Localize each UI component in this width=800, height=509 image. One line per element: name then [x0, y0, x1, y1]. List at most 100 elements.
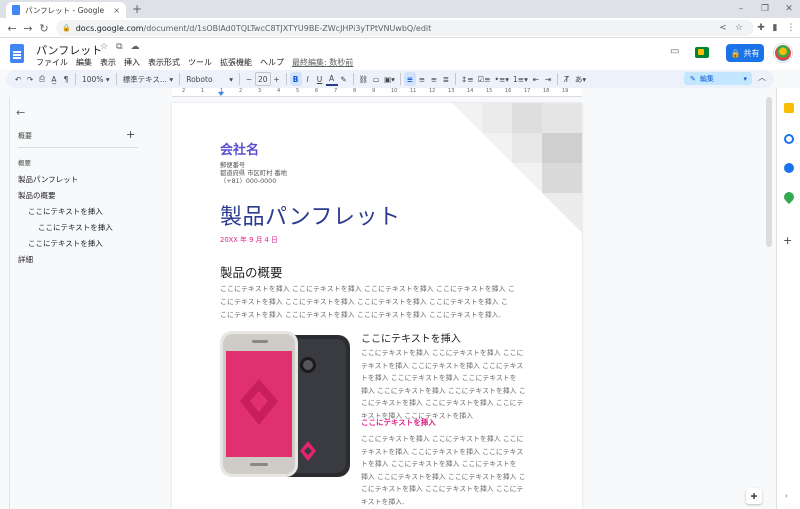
- line-spacing-icon[interactable]: ↕≡: [459, 72, 476, 86]
- avatar[interactable]: [774, 44, 792, 62]
- back-arrow-icon[interactable]: ←: [16, 106, 25, 119]
- tab-close-icon[interactable]: ×: [113, 6, 120, 15]
- print-icon[interactable]: ⎙: [36, 72, 48, 86]
- browser-tab[interactable]: パンフレット - Google ドキュメント ×: [6, 2, 126, 18]
- menu-item[interactable]: 表示形式: [148, 57, 180, 68]
- underline-icon[interactable]: U: [314, 72, 326, 86]
- comment-history-icon[interactable]: ▭: [670, 46, 679, 57]
- browser-tab-strip: パンフレット - Google ドキュメント × + – ❐ ✕: [0, 0, 800, 18]
- outline-item[interactable]: 製品パンフレット: [18, 174, 78, 185]
- bold-icon[interactable]: B: [289, 72, 302, 86]
- new-tab-button[interactable]: +: [132, 2, 142, 16]
- document-date: 20XX 年 9 月 4 日: [220, 236, 278, 244]
- outline-item[interactable]: 詳細: [18, 254, 33, 265]
- keep-icon[interactable]: [784, 103, 794, 113]
- last-edit-link[interactable]: 最終編集: 数秒前: [292, 57, 353, 68]
- menu-item[interactable]: ツール: [188, 57, 212, 68]
- menu-item[interactable]: 拡張機能: [220, 57, 252, 68]
- ruler-number: 5: [296, 88, 300, 94]
- align-center-icon[interactable]: ≡: [416, 72, 428, 86]
- lock-icon: 🔒: [62, 24, 71, 32]
- italic-icon[interactable]: I: [302, 72, 314, 86]
- editing-mode-select[interactable]: ✎ 編集 ▾: [684, 72, 752, 85]
- maps-icon[interactable]: [781, 189, 797, 205]
- numbered-list-icon[interactable]: 1≡▾: [511, 72, 530, 86]
- sidebar-toggle-icon[interactable]: ▮: [768, 21, 782, 35]
- menu-item[interactable]: 編集: [76, 57, 92, 68]
- bookmark-star-icon[interactable]: ☆: [732, 21, 746, 35]
- cloud-status-icon[interactable]: ☁: [131, 42, 140, 52]
- menu-item[interactable]: ヘルプ: [260, 57, 284, 68]
- ruler-number: 15: [486, 88, 493, 94]
- ruler-number: 16: [505, 88, 512, 94]
- bulleted-list-icon[interactable]: •≡▾: [493, 72, 511, 86]
- phone-illustration: [220, 331, 350, 477]
- document-title[interactable]: パンフレット: [36, 42, 102, 58]
- outline-item[interactable]: ここにテキストを挿入: [28, 206, 103, 217]
- decrease-indent-icon[interactable]: ⇤: [530, 72, 542, 86]
- share-button[interactable]: 🔒 共有: [726, 44, 764, 62]
- extensions-icon[interactable]: ✚: [754, 21, 768, 35]
- ruler-number: 14: [467, 88, 474, 94]
- collapse-toolbar-icon[interactable]: ︿: [758, 72, 766, 83]
- align-left-icon[interactable]: ≡: [403, 72, 416, 86]
- font-size-input[interactable]: 20: [255, 72, 271, 86]
- minimize-window-icon[interactable]: –: [730, 0, 752, 18]
- docs-logo-icon[interactable]: [10, 44, 24, 63]
- input-tools-icon[interactable]: あ▾: [573, 72, 588, 86]
- menu-item[interactable]: ファイル: [36, 57, 68, 68]
- expand-panel-icon[interactable]: ›: [785, 492, 788, 500]
- horizontal-ruler[interactable]: 2 1 1 2 3 4 5 6 7 8 9 10 11 12 13 14 15 16 17 18 19: [172, 88, 582, 97]
- add-explore-icon[interactable]: ✚: [746, 488, 762, 504]
- style-select[interactable]: 標準テキス... ▾: [120, 72, 177, 86]
- font-size-increase-icon[interactable]: +: [271, 72, 283, 86]
- link-icon[interactable]: ⛓: [357, 72, 371, 86]
- highlight-icon[interactable]: ✎: [338, 72, 350, 86]
- forward-icon[interactable]: →: [20, 20, 36, 36]
- align-justify-icon[interactable]: ≣: [440, 72, 452, 86]
- ruler-number: 18: [543, 88, 550, 94]
- contacts-icon[interactable]: [784, 163, 794, 173]
- omnibox[interactable]: 🔒 docs.google.com/document/d/1sOBlAd0TQL…: [56, 20, 754, 36]
- font-select[interactable]: Roboto ▾: [183, 72, 236, 86]
- insert-image-icon[interactable]: ▣▾: [382, 72, 397, 86]
- vertical-ruler[interactable]: [0, 97, 10, 509]
- font-size-decrease-icon[interactable]: −: [243, 72, 255, 86]
- add-addon-icon[interactable]: +: [783, 234, 792, 247]
- zoom-select[interactable]: 100% ▾: [79, 72, 113, 86]
- ruler-number: 11: [410, 88, 417, 94]
- increase-indent-icon[interactable]: ⇥: [542, 72, 554, 86]
- menu-bar: ファイル 編集 表示 挿入 表示形式 ツール 拡張機能 ヘルプ 最終編集: 数秒前: [36, 57, 353, 68]
- ruler-number: 2: [239, 88, 243, 94]
- checklist-icon[interactable]: ☑≡: [476, 72, 493, 86]
- redo-icon[interactable]: ↷: [24, 72, 36, 86]
- clear-formatting-icon[interactable]: T̸: [561, 72, 573, 86]
- side-paragraph-1: ここにテキストを挿入 ここにテキストを挿入 ここに テキストを挿入 ここにテキス…: [361, 349, 526, 420]
- insert-comment-icon[interactable]: ▭: [370, 72, 382, 86]
- outline-item[interactable]: 製品の概要: [18, 190, 56, 201]
- share-page-icon[interactable]: <: [716, 21, 730, 35]
- vertical-scrollbar[interactable]: [766, 97, 772, 247]
- meet-icon[interactable]: [695, 47, 709, 58]
- tasks-icon[interactable]: [784, 134, 794, 144]
- undo-icon[interactable]: ↶: [12, 72, 24, 86]
- close-window-icon[interactable]: ✕: [778, 0, 800, 18]
- outline-item[interactable]: ここにテキストを挿入: [38, 222, 113, 233]
- spellcheck-icon[interactable]: A̲: [48, 72, 60, 86]
- ruler-number: 1: [220, 88, 224, 94]
- move-folder-icon[interactable]: ⧉: [116, 42, 122, 52]
- back-icon[interactable]: ←: [4, 20, 20, 36]
- text-color-icon[interactable]: A: [325, 72, 338, 86]
- document-page[interactable]: 会社名 郵便番号 都道府県 市区町村 番地 （+81）000-0000 製品パン…: [172, 103, 582, 509]
- pencil-icon: ✎: [690, 74, 696, 83]
- outline-item[interactable]: ここにテキストを挿入: [28, 238, 103, 249]
- paint-format-icon[interactable]: ¶: [60, 72, 72, 86]
- browser-menu-icon[interactable]: ⋮: [784, 21, 798, 35]
- add-summary-button[interactable]: +: [126, 128, 135, 141]
- reload-icon[interactable]: ↻: [36, 20, 52, 36]
- star-icon[interactable]: ☆: [100, 42, 108, 52]
- menu-item[interactable]: 挿入: [124, 57, 140, 68]
- align-right-icon[interactable]: ≡: [428, 72, 440, 86]
- menu-item[interactable]: 表示: [100, 57, 116, 68]
- maximize-window-icon[interactable]: ❐: [754, 0, 776, 18]
